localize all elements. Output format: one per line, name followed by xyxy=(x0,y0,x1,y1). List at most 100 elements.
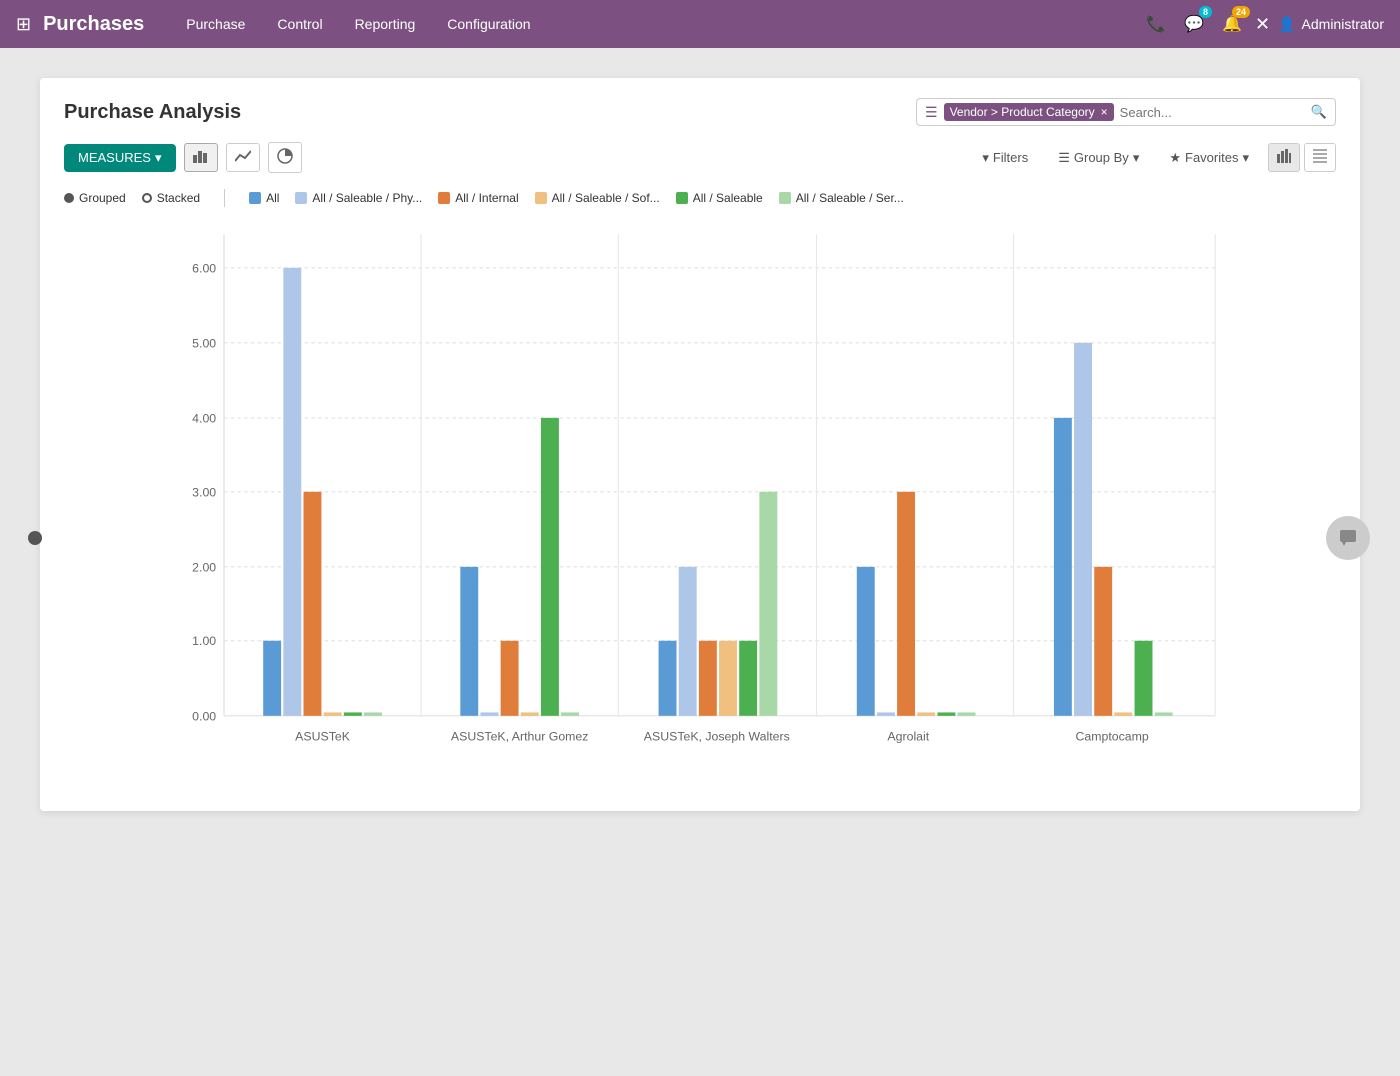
bar xyxy=(304,492,322,716)
svg-text:ASUSTeK, Arthur Gomez: ASUSTeK, Arthur Gomez xyxy=(451,729,589,743)
bar xyxy=(1114,712,1132,715)
group-options: Grouped Stacked xyxy=(64,191,200,205)
remove-filter-button[interactable]: × xyxy=(1101,105,1108,119)
filter-icon: ☰ xyxy=(925,104,938,121)
activity-button[interactable]: 🔔 24 xyxy=(1217,9,1247,39)
search-filter-tag: Vendor > Product Category × xyxy=(944,103,1114,121)
legend-label-saleable: All / Saleable xyxy=(693,191,763,205)
view-toggle-buttons xyxy=(1268,143,1336,172)
legend-color-ser xyxy=(779,192,791,204)
floating-action-button[interactable] xyxy=(1326,516,1370,560)
list-view-icon xyxy=(1313,149,1327,163)
page-header: Purchase Analysis ☰ Vendor > Product Cat… xyxy=(64,98,1336,126)
chart-view-button[interactable] xyxy=(1268,143,1300,172)
svg-text:0.00: 0.00 xyxy=(192,709,216,723)
grouped-label: Grouped xyxy=(79,191,126,205)
bar xyxy=(1054,418,1072,716)
legend-color-internal xyxy=(438,192,450,204)
stacked-label: Stacked xyxy=(157,191,200,205)
nav-control[interactable]: Control xyxy=(263,10,336,38)
bar-chart-view-button[interactable] xyxy=(184,143,218,172)
legend-item-3[interactable]: All / Saleable / Sof... xyxy=(535,191,660,205)
line-chart-view-button[interactable] xyxy=(226,143,260,172)
stacked-option[interactable]: Stacked xyxy=(142,191,200,205)
groupby-icon: ☰ xyxy=(1058,150,1070,166)
bar xyxy=(699,641,717,716)
user-name: Administrator xyxy=(1302,16,1384,32)
chart-view-icon xyxy=(1277,149,1291,163)
list-view-button[interactable] xyxy=(1304,143,1336,172)
bar xyxy=(460,567,478,716)
bar xyxy=(344,712,362,715)
bar xyxy=(501,641,519,716)
legend-item-0[interactable]: All xyxy=(249,191,279,205)
nav-reporting[interactable]: Reporting xyxy=(341,10,430,38)
search-input[interactable] xyxy=(1120,105,1305,120)
measures-button[interactable]: MEASURES ▾ xyxy=(64,144,176,172)
pie-chart-view-button[interactable] xyxy=(268,142,302,173)
svg-text:1.00: 1.00 xyxy=(192,634,216,648)
grouped-dot xyxy=(64,193,74,203)
favorites-chevron: ▾ xyxy=(1242,150,1249,166)
bar xyxy=(759,492,777,716)
filter-icon-small: ▾ xyxy=(982,150,989,166)
bar xyxy=(283,268,301,716)
svg-text:Agrolait: Agrolait xyxy=(887,729,929,743)
search-icon[interactable]: 🔍 xyxy=(1311,104,1327,120)
grid-icon[interactable]: ⊞ xyxy=(16,14,31,35)
app-title: Purchases xyxy=(43,13,144,36)
line-chart-icon xyxy=(235,149,251,163)
bar xyxy=(958,712,976,715)
measures-chevron: ▾ xyxy=(155,150,162,166)
stacked-dot xyxy=(142,193,152,203)
search-bar: ☰ Vendor > Product Category × 🔍 xyxy=(916,98,1336,126)
grouped-option[interactable]: Grouped xyxy=(64,191,126,205)
bar xyxy=(917,712,935,715)
filters-label: Filters xyxy=(993,150,1028,165)
bar xyxy=(739,641,757,716)
activity-badge: 24 xyxy=(1232,6,1250,18)
favorites-label: Favorites xyxy=(1185,150,1238,165)
legend-item-2[interactable]: All / Internal xyxy=(438,191,518,205)
legend-item-1[interactable]: All / Saleable / Phy... xyxy=(295,191,422,205)
legend-color-saleable xyxy=(676,192,688,204)
bar xyxy=(541,418,559,716)
page-title: Purchase Analysis xyxy=(64,101,900,124)
legend-series: All All / Saleable / Phy... All / Intern… xyxy=(249,191,904,205)
main-wrapper: Purchase Analysis ☰ Vendor > Product Cat… xyxy=(0,48,1400,841)
bar xyxy=(521,712,539,715)
filters-button[interactable]: ▾ Filters xyxy=(971,144,1039,172)
bar xyxy=(1074,343,1092,716)
bar xyxy=(877,712,895,715)
svg-text:Camptocamp: Camptocamp xyxy=(1076,729,1149,743)
svg-text:4.00: 4.00 xyxy=(192,411,216,425)
legend-separator xyxy=(224,189,225,207)
svg-text:5.00: 5.00 xyxy=(192,336,216,350)
legend-item-5[interactable]: All / Saleable / Ser... xyxy=(779,191,904,205)
bar xyxy=(857,567,875,716)
svg-text:2.00: 2.00 xyxy=(192,560,216,574)
close-button[interactable]: ✕ xyxy=(1255,14,1270,35)
bar xyxy=(364,712,382,715)
legend-label-internal: All / Internal xyxy=(455,191,518,205)
svg-text:ASUSTeK, Joseph Walters: ASUSTeK, Joseph Walters xyxy=(644,729,790,743)
svg-text:6.00: 6.00 xyxy=(192,261,216,275)
favorites-button[interactable]: ★ Favorites ▾ xyxy=(1158,144,1260,172)
phone-button[interactable]: 📞 xyxy=(1141,9,1171,39)
groupby-button[interactable]: ☰ Group By ▾ xyxy=(1047,144,1150,172)
bar xyxy=(1155,712,1173,715)
legend-item-4[interactable]: All / Saleable xyxy=(676,191,763,205)
nav-configuration[interactable]: Configuration xyxy=(433,10,544,38)
bar xyxy=(897,492,915,716)
star-icon: ★ xyxy=(1169,150,1181,166)
bar xyxy=(679,567,697,716)
bar-chart: 0.00 1.00 2.00 3.00 4.00 5.00 6.00 xyxy=(64,223,1336,783)
topnav: ⊞ Purchases Purchase Control Reporting C… xyxy=(0,0,1400,48)
svg-text:ASUSTeK: ASUSTeK xyxy=(295,729,351,743)
chat-icon xyxy=(1338,528,1358,548)
messages-button[interactable]: 💬 8 xyxy=(1179,9,1209,39)
legend-label-sof: All / Saleable / Sof... xyxy=(552,191,660,205)
legend-color-sof xyxy=(535,192,547,204)
nav-purchase[interactable]: Purchase xyxy=(172,10,259,38)
user-menu[interactable]: 👤 Administrator xyxy=(1278,16,1384,33)
